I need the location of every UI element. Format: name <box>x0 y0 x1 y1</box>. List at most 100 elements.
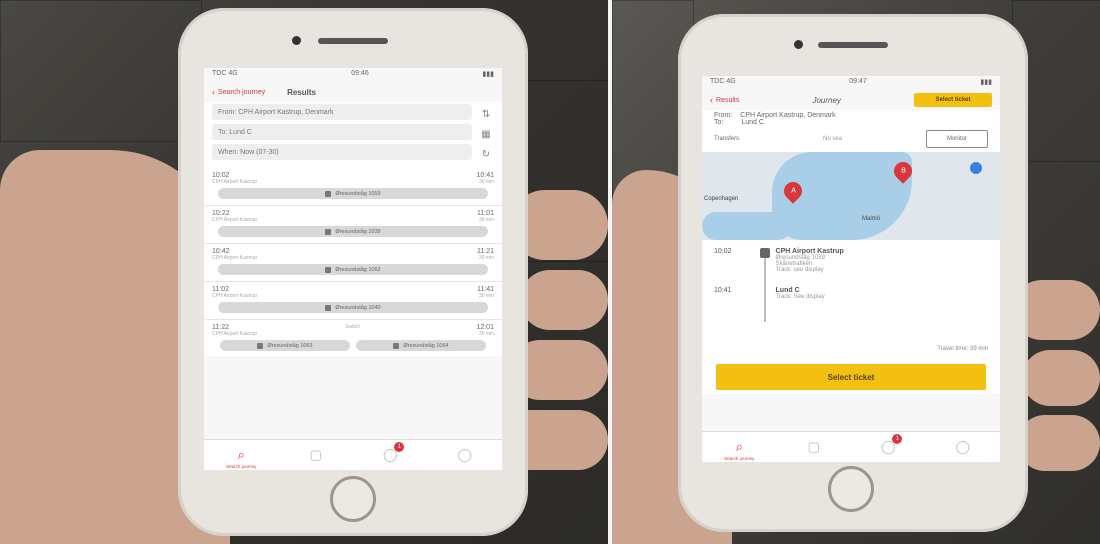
journey-screen: TDC 4G 09:47 ▮▮▮ ‹ Results Journey Selec… <box>702 76 1000 462</box>
monitor-button[interactable]: Monitor <box>925 130 988 148</box>
search-actions: ⇅ ▦ ↻ <box>478 104 494 164</box>
front-camera <box>292 36 301 45</box>
select-ticket-button[interactable]: Select ticket <box>716 364 986 390</box>
nav-bar: ‹ Search journey Results <box>204 82 502 102</box>
chat-icon: ◯ <box>457 447 473 462</box>
train-name: Øresundståg 1063 <box>267 342 313 349</box>
clock: 09:47 <box>849 78 867 85</box>
refresh-icon[interactable]: ↻ <box>478 147 494 161</box>
from-station: CPH Airport Kastrup <box>212 293 258 299</box>
status-bar: TDC 4G 09:46 ▮▮▮ <box>204 68 502 82</box>
swap-icon[interactable]: ⇅ <box>478 107 494 121</box>
floor-tile <box>0 0 202 142</box>
search-icon: ⌕ <box>735 439 743 454</box>
tab-cart[interactable]: ◯ 1 <box>876 434 903 456</box>
depart-time: 11:02 <box>212 286 229 293</box>
train-icon <box>257 342 264 349</box>
page-title: Journey <box>812 95 841 105</box>
duration: 39 min <box>478 331 494 337</box>
chevron-left-icon: ‹ <box>710 95 713 105</box>
train-name: Øresundståg 1062 <box>335 266 381 273</box>
tab-chat[interactable]: ◯ <box>453 446 477 464</box>
duration: 39 min <box>478 217 494 223</box>
train-icon <box>325 190 332 197</box>
carrier-label: TDC 4G <box>710 78 736 85</box>
mid-label: Switch <box>345 324 361 330</box>
from-station: CPH Airport Kastrup <box>212 217 258 223</box>
arrive-track: Track: See display <box>775 294 825 300</box>
tab-label: Search journey <box>724 456 755 461</box>
from-station: CPH Airport Kastrup <box>212 179 258 185</box>
from-field[interactable]: From: CPH Airport Kastrup, Denmark <box>212 104 472 120</box>
when-field[interactable]: When: Now (07-30) <box>212 144 472 160</box>
status-bar: TDC 4G 09:47 ▮▮▮ <box>702 76 1000 90</box>
train-pills-split: Øresundståg 1063 Øresundståg 1064 <box>212 337 494 354</box>
result-row[interactable]: 10:22 11:01 CPH Airport Kastrup 39 min Øre… <box>204 206 502 244</box>
depart-time: 10:02 <box>714 248 732 255</box>
arrive-time: 11:01 <box>477 210 494 217</box>
calendar-icon[interactable]: ▦ <box>478 127 494 141</box>
home-button[interactable] <box>828 466 874 512</box>
nav-bar: ‹ Results Journey Select ticket <box>702 90 1000 110</box>
tab-bar: ⌕ Search journey ▢ ◯ 1 ◯ <box>702 431 1000 462</box>
tab-tickets[interactable]: ▢ <box>802 438 826 456</box>
leg-line <box>764 252 766 322</box>
train-name: Øresundståg 1039 <box>335 228 381 235</box>
cta-area: Select ticket <box>702 360 1000 394</box>
train-name: Øresundståg 1040 <box>335 304 381 311</box>
results-screen: TDC 4G 09:46 ▮▮▮ ‹ Search journey Result… <box>204 68 502 470</box>
tab-cart[interactable]: ◯ 1 <box>378 442 405 464</box>
phone-body: TDC 4G 09:46 ▮▮▮ ‹ Search journey Result… <box>178 8 528 536</box>
select-ticket-nav-button[interactable]: Select ticket <box>914 93 992 107</box>
train-pill: Øresundståg 1062 <box>218 264 488 275</box>
back-button[interactable]: ‹ Search journey <box>212 87 265 97</box>
duration: 39 min <box>478 255 494 261</box>
earpiece <box>318 38 388 44</box>
carrier-label: TDC 4G <box>212 70 238 77</box>
to-field[interactable]: To: Lund C <box>212 124 472 140</box>
route-map[interactable]: Copenhagen Malmö A B <box>702 152 1000 240</box>
from-station: CPH Airport Kastrup <box>212 331 258 337</box>
train-pill: Øresundståg 1059 <box>218 188 488 199</box>
duration: 39 min <box>478 179 494 185</box>
arrive-time: 10:41 <box>714 287 732 294</box>
arrive-time: 12:01 <box>476 324 494 331</box>
route-info: From: CPH Airport Kastrup, Denmark To: Lun… <box>702 110 1000 152</box>
train-icon <box>325 266 332 273</box>
result-row[interactable]: 11:22 Switch 12:01 CPH Airport Kastrup 39 m… <box>204 320 502 356</box>
tab-bar: ⌕ Search journey ▢ ◯ 1 ◯ <box>204 439 502 470</box>
finger <box>1022 350 1100 406</box>
from-value: CPH Airport Kastrup, Denmark <box>740 112 836 119</box>
travel-time: Travel time: 39 min <box>937 346 988 352</box>
arrive-time: 11:41 <box>477 286 494 293</box>
transfers-value: No sea <box>823 136 843 142</box>
home-button[interactable] <box>330 476 376 522</box>
tab-chat[interactable]: ◯ <box>951 438 975 456</box>
train-pill: Øresundståg 1039 <box>218 226 488 237</box>
tab-search[interactable]: ⌕ Search journey <box>226 446 256 469</box>
back-label: Results <box>716 96 740 104</box>
tab-search[interactable]: ⌕ Search journey <box>724 438 754 461</box>
map-label-area: Malmö <box>862 216 881 222</box>
duration: 39 min <box>478 293 494 299</box>
depart-time: 10:22 <box>212 210 230 217</box>
depart-station: CPH Airport Kastrup <box>775 248 844 255</box>
back-button[interactable]: ‹ Results <box>710 95 739 105</box>
transfers-label: Transfers <box>714 136 740 142</box>
journey-legs: 10:02 CPH Airport Kastrup Øresundståg 10… <box>702 240 1000 360</box>
result-row[interactable]: 11:02 11:41 CPH Airport Kastrup 39 min Øre… <box>204 282 502 320</box>
tab-tickets[interactable]: ▢ <box>304 446 328 464</box>
train-icon <box>325 304 332 311</box>
search-panel: From: CPH Airport Kastrup, Denmark To: L… <box>204 102 502 168</box>
depart-track: Track: see display <box>775 267 824 273</box>
search-fields: From: CPH Airport Kastrup, Denmark To: L… <box>212 104 472 164</box>
arrive-leg: 10:41 Lund C Track: See display <box>714 287 988 300</box>
results-list: 10:02 10:41 CPH Airport Kastrup 39 min Øre… <box>204 168 502 356</box>
result-row[interactable]: 10:42 11:21 CPH Airport Kastrup 39 min Øre… <box>204 244 502 282</box>
map-label-city: Copenhagen <box>704 196 739 202</box>
pin-label: A <box>790 187 796 195</box>
result-row[interactable]: 10:02 10:41 CPH Airport Kastrup 39 min Øre… <box>204 168 502 206</box>
cart-badge: 1 <box>892 434 903 444</box>
right-photo: TDC 4G 09:47 ▮▮▮ ‹ Results Journey Selec… <box>612 0 1100 544</box>
location-icon[interactable] <box>970 162 982 174</box>
